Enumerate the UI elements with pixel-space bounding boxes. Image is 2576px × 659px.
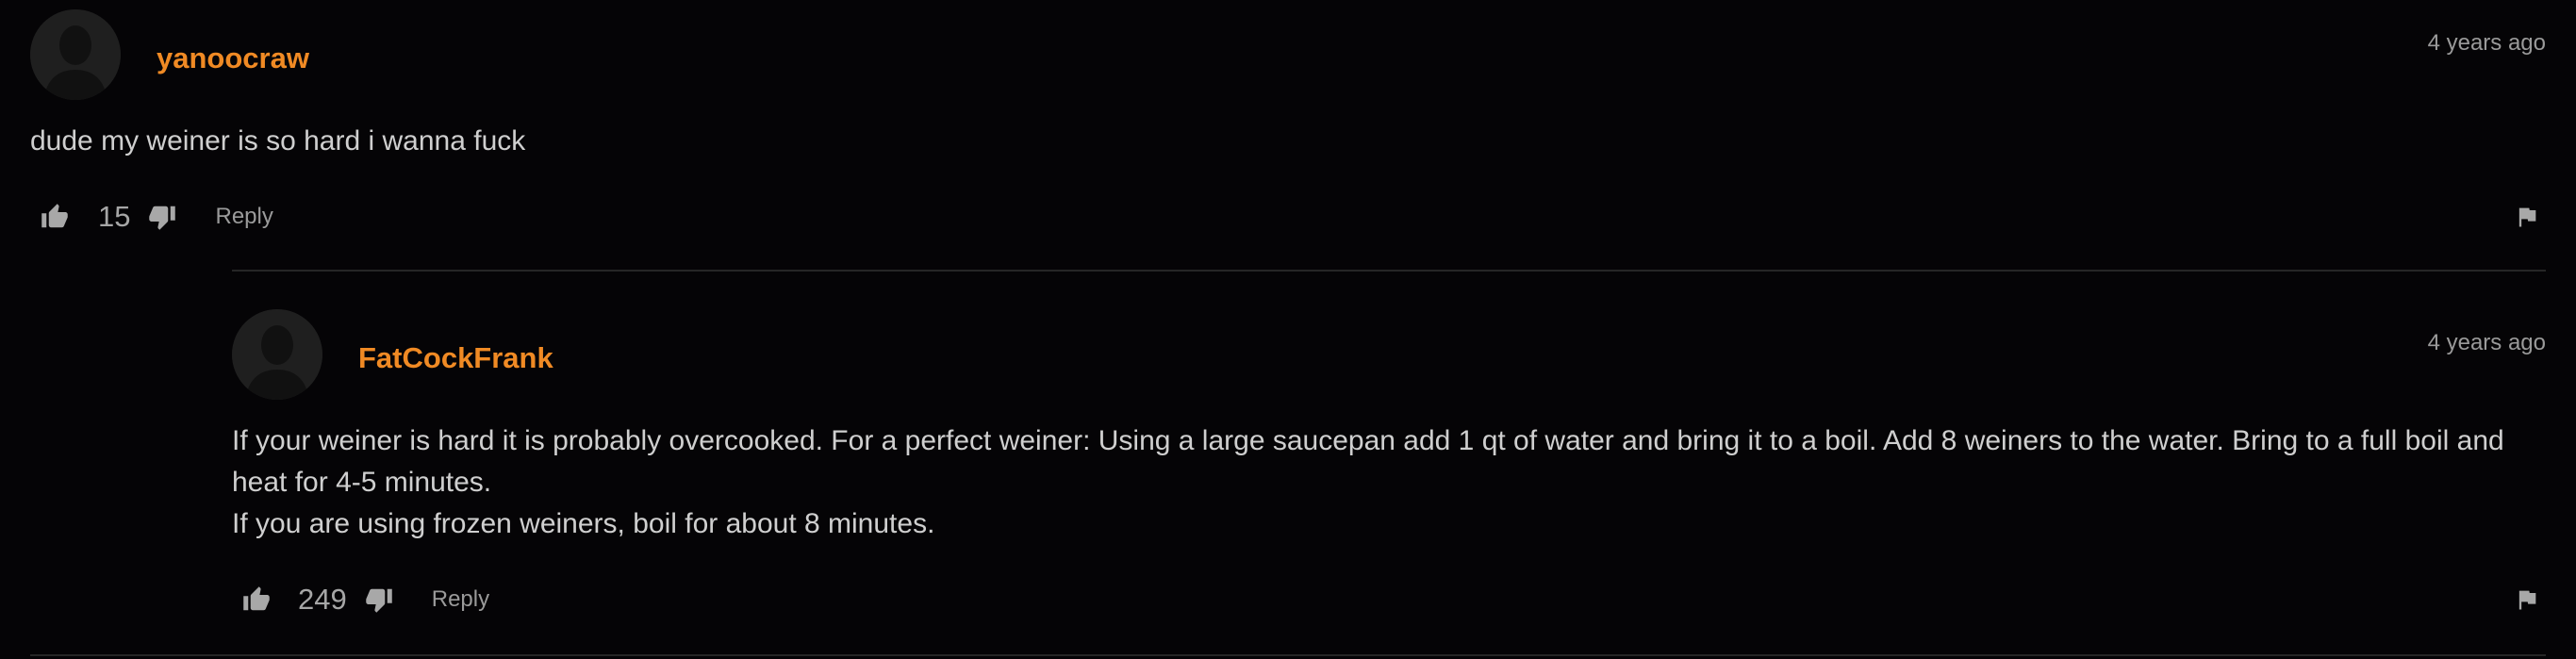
timestamp: 4 years ago [2427,330,2546,355]
comment-header: FatCockFrank 4 years ago [232,309,2546,400]
comment-text: dude my weiner is so hard i wanna fuck [30,121,2546,162]
reply-button[interactable]: Reply [432,586,489,613]
thumbs-down-icon[interactable] [360,573,398,626]
thumbs-up-icon[interactable] [238,573,275,626]
comment-paragraph: dude my weiner is so hard i wanna fuck [30,125,526,157]
username[interactable]: yanoocraw [157,41,309,75]
like-group: 249 Reply [238,573,489,626]
like-group: 15 Reply [36,190,273,243]
avatar[interactable] [30,9,121,100]
comment-text: If your weiner is hard it is probably ov… [232,420,2546,545]
comment-actions: 249 Reply [232,573,2546,626]
like-count: 15 [98,200,131,233]
thumbs-up-icon[interactable] [36,190,74,243]
flag-icon[interactable] [2508,190,2546,243]
divider [232,270,2546,272]
reply-button[interactable]: Reply [215,204,272,230]
user-silhouette-icon [232,309,322,400]
flag-group [2508,573,2546,626]
comment: yanoocraw 4 years ago dude my weiner is … [30,9,2546,243]
thumbs-down-icon[interactable] [143,190,181,243]
comment-actions: 15 Reply [30,190,2546,243]
flag-icon[interactable] [2508,573,2546,626]
divider [30,654,2546,656]
timestamp: 4 years ago [2427,30,2546,56]
like-count: 249 [298,583,347,616]
reply-comment: FatCockFrank 4 years ago If your weiner … [232,309,2546,626]
flag-group [2508,190,2546,243]
avatar[interactable] [232,309,322,400]
username[interactable]: FatCockFrank [358,341,553,375]
comment-paragraph: If you are using frozen weiners, boil fo… [232,508,935,539]
comment-header: yanoocraw 4 years ago [30,9,2546,100]
comment-paragraph: If your weiner is hard it is probably ov… [232,425,2504,498]
user-silhouette-icon [30,9,121,100]
